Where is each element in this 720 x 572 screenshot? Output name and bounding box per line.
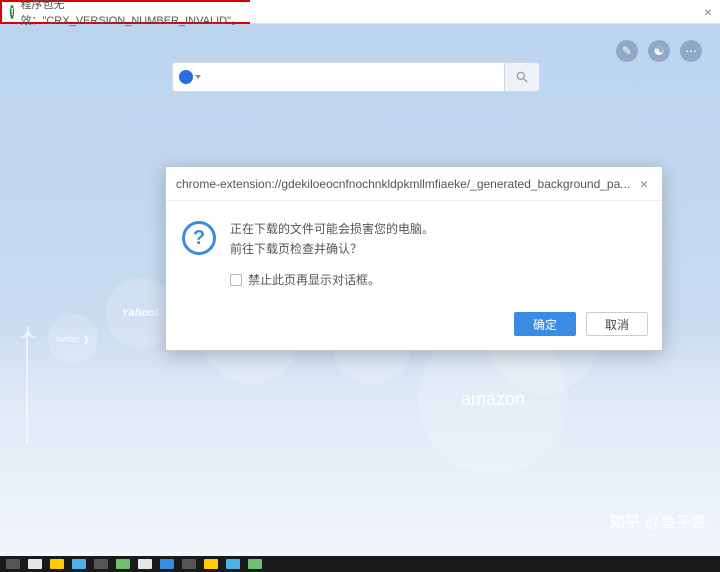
theme-icon[interactable]: ☯: [648, 40, 670, 62]
baidu-paw-icon: [179, 70, 193, 84]
taskbar-app-icon[interactable]: [94, 559, 108, 569]
taskbar-app-icon[interactable]: [160, 559, 174, 569]
search-icon: [515, 70, 529, 84]
chevron-down-icon: [195, 75, 201, 79]
search-engine-picker[interactable]: [172, 62, 206, 92]
watermark-brand: 知乎: [610, 511, 640, 532]
error-message: 程序包无效："CRX_VERSION_NUMBER_INVALID"。: [20, 0, 242, 28]
close-icon[interactable]: ×: [704, 4, 712, 20]
search-bar: [172, 62, 540, 92]
confirm-dialog: chrome-extension://gdekiloeocnfnochnkldp…: [165, 166, 663, 351]
watermark-user: @鱼子酱: [646, 511, 706, 532]
taskbar-app-icon[interactable]: [138, 559, 152, 569]
page-background: ✎ ☯ Yahoo! twitter ❯ facebook AliExpress…: [0, 24, 720, 556]
windmill-decoration: [12, 324, 42, 444]
taskbar-app-icon[interactable]: [226, 559, 240, 569]
question-icon: ?: [182, 221, 216, 255]
taskbar-app-icon[interactable]: [182, 559, 196, 569]
header-actions: ✎ ☯: [616, 40, 702, 62]
taskbar-app-icon[interactable]: [116, 559, 130, 569]
dialog-title-text: chrome-extension://gdekiloeocnfnochnkldp…: [176, 177, 636, 191]
edit-icon[interactable]: ✎: [616, 40, 638, 62]
suppress-checkbox-row[interactable]: 禁止此页再显示对话框。: [230, 270, 434, 290]
dialog-message: 正在下载的文件可能会损害您的电脑。 前往下载页检查并确认？ 禁止此页再显示对话框…: [230, 219, 434, 294]
search-input[interactable]: [206, 62, 504, 92]
dialog-line-1: 正在下载的文件可能会损害您的电脑。: [230, 219, 434, 239]
search-button[interactable]: [504, 62, 540, 92]
dialog-titlebar: chrome-extension://gdekiloeocnfnochnkldp…: [166, 167, 662, 201]
watermark: 知乎 @鱼子酱: [610, 511, 706, 532]
checkbox-icon[interactable]: [230, 274, 242, 286]
taskbar-app-icon[interactable]: [6, 559, 20, 569]
error-banner: ! 程序包无效："CRX_VERSION_NUMBER_INVALID"。: [0, 0, 250, 24]
taskbar[interactable]: [0, 556, 720, 572]
taskbar-app-icon[interactable]: [204, 559, 218, 569]
cancel-button[interactable]: 取消: [586, 312, 648, 336]
taskbar-app-icon[interactable]: [248, 559, 262, 569]
taskbar-app-icon[interactable]: [72, 559, 86, 569]
taskbar-app-icon[interactable]: [50, 559, 64, 569]
link-twitter[interactable]: twitter ❯: [48, 314, 98, 364]
dialog-line-2: 前往下载页检查并确认？: [230, 239, 434, 259]
dialog-close-icon[interactable]: ×: [636, 176, 652, 192]
dialog-footer: 确定 取消: [166, 302, 662, 350]
taskbar-app-icon[interactable]: [28, 559, 42, 569]
ok-button[interactable]: 确定: [514, 312, 576, 336]
warning-icon: !: [10, 5, 14, 19]
more-icon[interactable]: [680, 40, 702, 62]
suppress-checkbox-label: 禁止此页再显示对话框。: [248, 270, 380, 290]
